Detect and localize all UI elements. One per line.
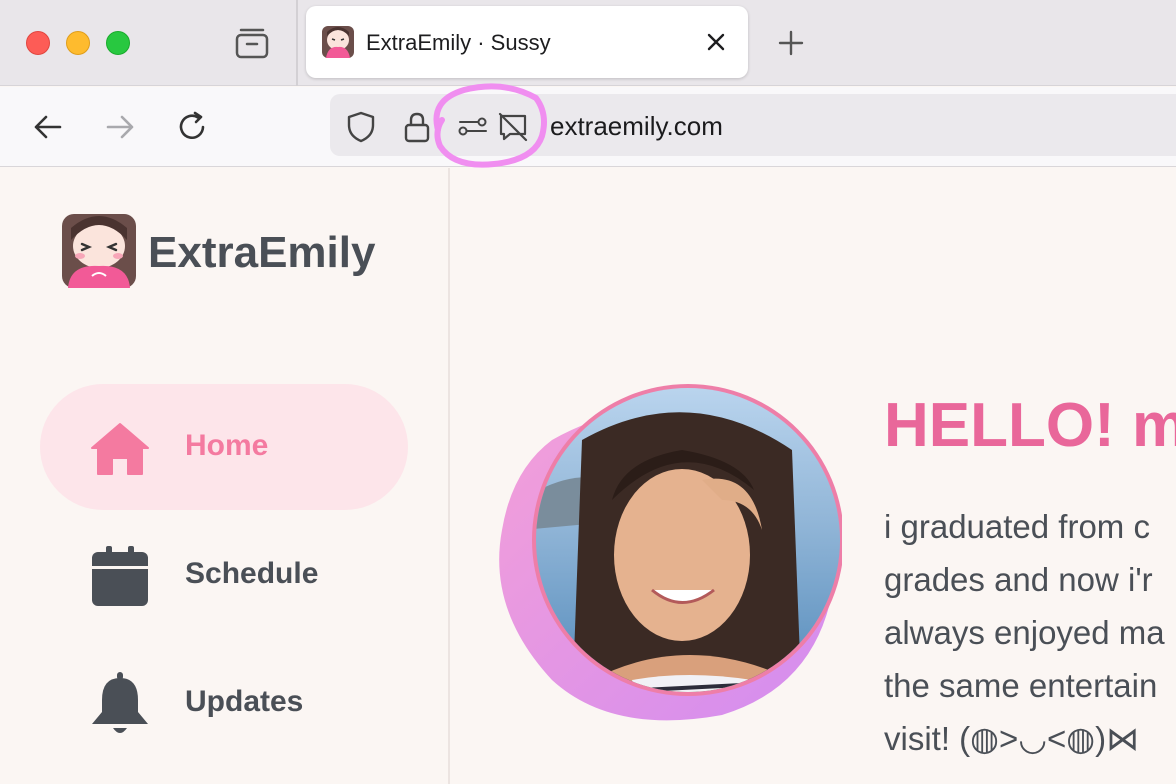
url-bar[interactable]: extraemily.com	[330, 94, 1176, 156]
lock-icon[interactable]	[400, 110, 434, 144]
zoom-window-button[interactable]	[106, 31, 130, 55]
hero-heading: HELLO! m	[884, 391, 1176, 460]
new-tab-icon[interactable]	[776, 28, 806, 58]
shield-icon[interactable]	[344, 110, 378, 144]
favicon-icon	[322, 26, 354, 58]
navigation-bar: extraemily.com	[0, 87, 1176, 167]
sidebar-item-label: Updates	[185, 685, 304, 718]
tab-strip: ExtraEmily · Sussy	[0, 0, 1176, 86]
reload-icon[interactable]	[174, 109, 210, 145]
hero-paragraph-line: always enjoyed ma	[884, 614, 1165, 651]
hero-paragraph-line: i graduated from c	[884, 508, 1150, 545]
hero-paragraph-line: grades and now i'r	[884, 561, 1153, 598]
bell-icon	[92, 672, 148, 733]
brand-logo-icon	[62, 214, 136, 288]
permissions-sliders-icon[interactable]	[456, 110, 490, 144]
tab-divider	[296, 0, 298, 86]
sidebar-item-label: Schedule	[185, 557, 319, 590]
sidebar: ExtraEmily Home Schedule Updates	[0, 168, 450, 784]
main-content: HELLO! m i graduated from c grades and n…	[452, 168, 1176, 784]
arrow-left-icon[interactable]	[30, 109, 66, 145]
sidebar-item-label: Home	[185, 429, 269, 462]
hero-paragraph-line: visit! (◍>◡<◍)⋈	[884, 720, 1140, 757]
sidebar-item-home[interactable]: Home	[40, 384, 408, 510]
tab-title: ExtraEmily · Sussy	[366, 30, 551, 55]
hero-paragraph-line: the same entertain	[884, 667, 1158, 704]
arrow-right-icon[interactable]	[102, 109, 138, 145]
calendar-icon	[92, 546, 148, 606]
active-tab[interactable]: ExtraEmily · Sussy	[306, 6, 748, 78]
close-icon[interactable]	[704, 30, 728, 54]
home-icon	[91, 423, 149, 475]
close-window-button[interactable]	[26, 31, 50, 55]
tab-overview-icon[interactable]	[234, 26, 270, 60]
brand-name[interactable]: ExtraEmily	[148, 228, 375, 278]
sidebar-item-schedule[interactable]: Schedule	[40, 512, 408, 638]
hero-paragraph: i graduated from c grades and now i'r al…	[884, 500, 1176, 765]
notifications-blocked-icon[interactable]	[496, 110, 530, 144]
minimize-window-button[interactable]	[66, 31, 90, 55]
url-text[interactable]: extraemily.com	[550, 111, 723, 142]
sidebar-item-updates[interactable]: Updates	[40, 640, 408, 766]
profile-photo	[499, 384, 842, 721]
